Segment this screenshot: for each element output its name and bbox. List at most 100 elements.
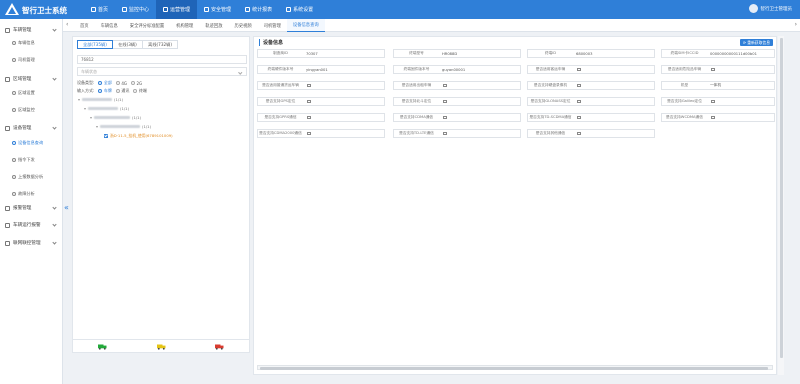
input_type-option-0[interactable]: 车牌 <box>98 88 112 94</box>
vehicle-tab-0[interactable]: 全部(735辆) <box>77 40 113 49</box>
tree-node-count: (1/1) <box>142 124 152 129</box>
tab-prev-button[interactable]: ‹ <box>66 21 68 28</box>
radio-icon <box>115 89 120 93</box>
device-field-value: guyan00001 <box>442 67 466 72</box>
tree-node[interactable]: (1/1) <box>78 97 123 102</box>
input_type-option-2[interactable]: 终端 <box>133 88 147 94</box>
sidebar-item-0-1[interactable]: 司机管理 <box>0 55 63 65</box>
sidebar-collapse-button[interactable]: « <box>64 203 69 212</box>
sidebar-item-label: 指令下发 <box>18 157 35 162</box>
device_type-option-2[interactable]: 2G <box>131 81 142 86</box>
device-field: 是否支持GPRS通信 <box>257 113 385 122</box>
checkbox-icon[interactable] <box>307 131 311 136</box>
user-menu[interactable]: 智行卫士管理员 <box>748 4 793 13</box>
device-field: 是否适用出租车辆 <box>393 81 521 90</box>
tree-node[interactable]: (1/1) <box>90 115 141 120</box>
checkbox-icon[interactable] <box>307 83 311 88</box>
checkbox-icon[interactable] <box>443 99 447 104</box>
tree-node[interactable]: (1/1) <box>96 124 151 129</box>
sidebar-group-4[interactable]: 车辆运行报警 <box>0 220 63 230</box>
vehicle-tab-1[interactable]: 在线(3辆) <box>112 40 143 49</box>
chevron-down-icon <box>84 107 86 110</box>
menu-item-icon <box>12 141 16 145</box>
nav-item-1[interactable]: 监控中心 <box>115 0 156 19</box>
checkbox-icon[interactable] <box>711 115 715 120</box>
sidebar-group-0[interactable]: 车辆管理 <box>0 25 63 35</box>
sidebar-group-5[interactable]: 联网联控管理 <box>0 238 63 248</box>
chart-icon <box>245 7 251 12</box>
scroll-thumb[interactable] <box>260 367 768 370</box>
nav-item-2[interactable]: 运营管理 <box>156 0 198 19</box>
nav-item-3[interactable]: 安全管理 <box>197 0 238 19</box>
chevron-down-icon <box>90 116 92 119</box>
vehicle-status-select[interactable]: 车辆状态 <box>77 67 247 76</box>
sidebar-group-3[interactable]: 报警管理 <box>0 203 63 213</box>
user-name: 智行卫士管理员 <box>760 6 793 12</box>
redacted-org-name <box>94 116 130 119</box>
checkbox-icon[interactable] <box>711 67 715 72</box>
tree-node[interactable]: (1/1) <box>84 106 129 111</box>
radio-icon <box>115 81 120 85</box>
checkbox-icon[interactable] <box>577 131 581 136</box>
sidebar-group-2[interactable]: 设备管理 <box>0 123 63 133</box>
tab-0[interactable]: 首页 <box>74 19 95 32</box>
input_type-label: 输入方式: <box>77 88 95 93</box>
checkbox-checked-icon[interactable] <box>104 134 108 138</box>
nav-item-5[interactable]: 系统设置 <box>279 0 320 19</box>
device-field-label: 是否支持CDMA通信 <box>399 115 434 119</box>
tab-1[interactable]: 车辆信息 <box>95 19 124 32</box>
vehicle-search-input[interactable]: 76812 <box>77 55 247 64</box>
checkbox-icon[interactable] <box>577 67 581 72</box>
tab-next-button[interactable]: › <box>795 21 797 28</box>
checkbox-icon[interactable] <box>711 99 715 104</box>
checkbox-icon[interactable] <box>307 99 311 104</box>
refresh-info-button[interactable]: ⟳ 重新获取信息 <box>739 39 773 46</box>
sidebar-item-2-3[interactable]: 故障分析 <box>0 189 63 199</box>
tab-7[interactable]: 设备信息查询 <box>286 19 325 32</box>
sidebar-item-1-1[interactable]: 区域监控 <box>0 105 63 115</box>
folder-icon <box>5 240 10 246</box>
device-field: 是否支持CDMA通信 <box>393 113 521 122</box>
vertical-scrollbar[interactable] <box>778 36 784 375</box>
checkbox-icon[interactable] <box>443 131 447 136</box>
checkbox-icon[interactable] <box>577 99 581 104</box>
main-nav: 首页 监控中心 运营管理 安全管理 统计报表 系统设置 <box>84 0 320 19</box>
sidebar-item-2-1[interactable]: 指令下发 <box>0 155 63 165</box>
checkbox-icon[interactable] <box>443 83 447 88</box>
nav-item-4[interactable]: 统计报表 <box>238 0 279 19</box>
scroll-thumb[interactable] <box>779 38 783 358</box>
tab-5[interactable]: 历史视频 <box>229 19 258 32</box>
checkbox-icon[interactable] <box>443 115 447 120</box>
input_type-option-1[interactable]: 通讯 <box>115 88 129 94</box>
folder-icon <box>5 76 10 82</box>
checkbox-icon[interactable] <box>307 115 311 120</box>
device-field-label: 机型 <box>680 83 689 87</box>
tab-2[interactable]: 安全评分标准配置 <box>124 19 170 32</box>
device-field: 终端型号 HR088D <box>393 49 521 58</box>
horizontal-scrollbar[interactable] <box>257 365 773 370</box>
sidebar-item-2-0[interactable]: 设备信息查询 <box>0 138 63 148</box>
sidebar-item-2-2[interactable]: 上报数据分析 <box>0 172 63 182</box>
nav-item-0[interactable]: 首页 <box>84 0 115 19</box>
sidebar-group-1[interactable]: 区域管理 <box>0 74 63 84</box>
device_type-option-1[interactable]: 4G <box>115 80 128 86</box>
menu-item-icon <box>12 91 16 95</box>
vehicle-tree-leaf[interactable]: 浙D·11-5_挂机_使用(6789101009) <box>104 133 173 139</box>
device_type-option-0[interactable]: 全部 <box>98 80 112 86</box>
checkbox-icon[interactable] <box>577 115 581 120</box>
device_type-option-label: 4G <box>121 80 128 86</box>
device-field-label: 是否适用客运车辆 <box>535 67 566 71</box>
top-bar: 智行卫士系统 首页 监控中心 运营管理 安全管理 统计报表 系统设置 智行卫士管理员 <box>0 0 800 19</box>
vehicle-tree-panel: 全部(735辆) 在线(3辆) 离线(732辆) 76812 车辆状态 设备类型: 全… <box>72 36 250 353</box>
sidebar-item-0-0[interactable]: 车辆信息 <box>0 38 63 48</box>
operations-icon <box>163 7 169 12</box>
device-field-label: 是否支持GPS定位 <box>265 99 296 103</box>
tab-6[interactable]: 司机管理 <box>258 19 287 32</box>
app-title: 智行卫士系统 <box>22 6 67 15</box>
sidebar-item-1-0[interactable]: 区域设置 <box>0 88 63 98</box>
tab-4[interactable]: 轨迹回放 <box>199 19 228 32</box>
device_type-option-label: 全部 <box>103 80 112 85</box>
vehicle-tab-2[interactable]: 离线(732辆) <box>142 40 178 49</box>
checkbox-icon[interactable] <box>577 83 581 88</box>
tab-3[interactable]: 机构管理 <box>170 19 199 32</box>
